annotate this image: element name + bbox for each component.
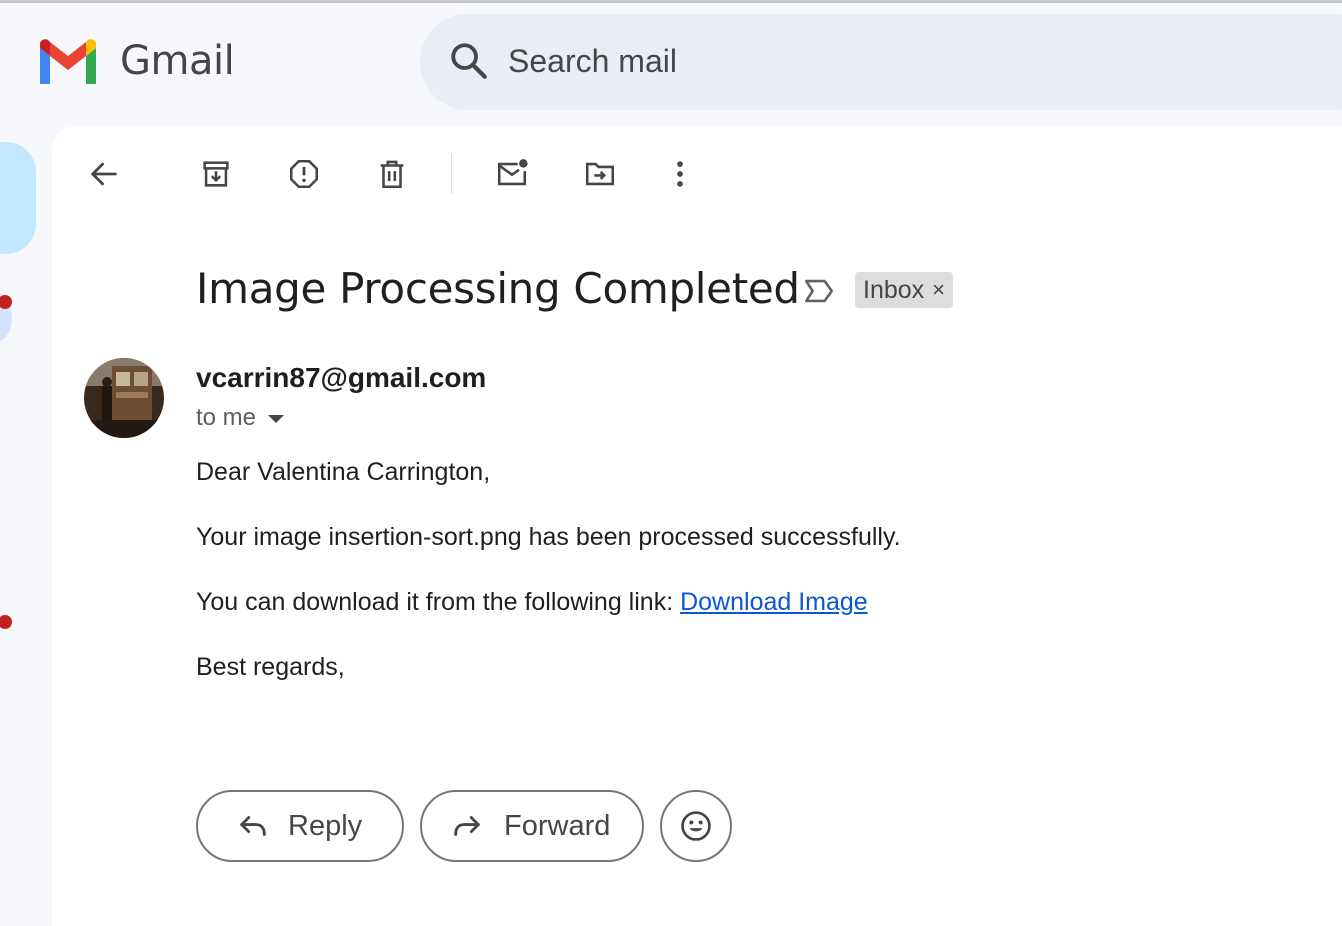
more-options-button[interactable] xyxy=(656,150,704,198)
back-button[interactable] xyxy=(80,150,128,198)
mark-unread-button[interactable] xyxy=(488,150,536,198)
sender-email[interactable]: vcarrin87@gmail.com xyxy=(196,362,486,394)
delete-button[interactable] xyxy=(368,150,416,198)
email-greeting: Dear Valentina Carrington, xyxy=(196,458,491,486)
toolbar-divider xyxy=(451,154,452,194)
recipients-text: to me xyxy=(196,404,257,431)
archive-icon xyxy=(203,161,229,187)
more-options-icon xyxy=(677,161,683,187)
email-body-line: Your image insertion-sort.png has been p… xyxy=(196,523,901,551)
email-signoff: Best regards, xyxy=(196,653,345,681)
forward-button-label: Forward xyxy=(504,809,611,842)
download-image-link[interactable]: Download Image xyxy=(680,588,868,616)
archive-button[interactable] xyxy=(192,150,240,198)
gmail-logo-icon[interactable] xyxy=(36,38,100,86)
remove-label-button[interactable]: × xyxy=(932,277,945,303)
forward-icon xyxy=(454,816,480,836)
mark-unread-icon xyxy=(497,159,528,186)
report-spam-icon xyxy=(289,159,319,189)
search-icon[interactable] xyxy=(448,40,490,82)
message-view: Image Processing Completed Inbox × vcarr… xyxy=(52,126,1342,926)
label-chip-inbox: Inbox × xyxy=(855,272,954,308)
reply-icon xyxy=(240,816,266,836)
recipient-details-toggle[interactable]: to me xyxy=(196,404,285,432)
window-top-border xyxy=(0,0,1342,3)
move-to-icon xyxy=(585,162,615,186)
importance-marker-icon[interactable] xyxy=(802,274,836,308)
forward-button[interactable]: Forward xyxy=(420,790,644,862)
back-icon xyxy=(91,162,117,186)
chevron-down-icon xyxy=(268,415,285,423)
label-chip-text: Inbox xyxy=(863,275,925,304)
app-brand-name[interactable]: Gmail xyxy=(120,38,235,84)
reply-button[interactable]: Reply xyxy=(196,790,404,862)
email-body-text: You can download it from the following l… xyxy=(196,588,681,616)
nav-rail-active-item[interactable] xyxy=(0,142,36,254)
search-input[interactable] xyxy=(508,38,1208,84)
search-bar[interactable] xyxy=(420,14,1342,110)
move-to-button[interactable] xyxy=(576,150,624,198)
email-subject: Image Processing Completed xyxy=(196,264,800,313)
unread-indicator-dot xyxy=(0,615,12,629)
reply-button-label: Reply xyxy=(288,809,363,842)
add-reaction-button[interactable] xyxy=(660,790,732,862)
sender-avatar[interactable] xyxy=(84,358,164,438)
delete-icon xyxy=(380,160,404,189)
report-spam-button[interactable] xyxy=(280,150,328,198)
email-body-line: You can download it from the following l… xyxy=(196,588,868,617)
smiley-icon xyxy=(681,811,711,841)
